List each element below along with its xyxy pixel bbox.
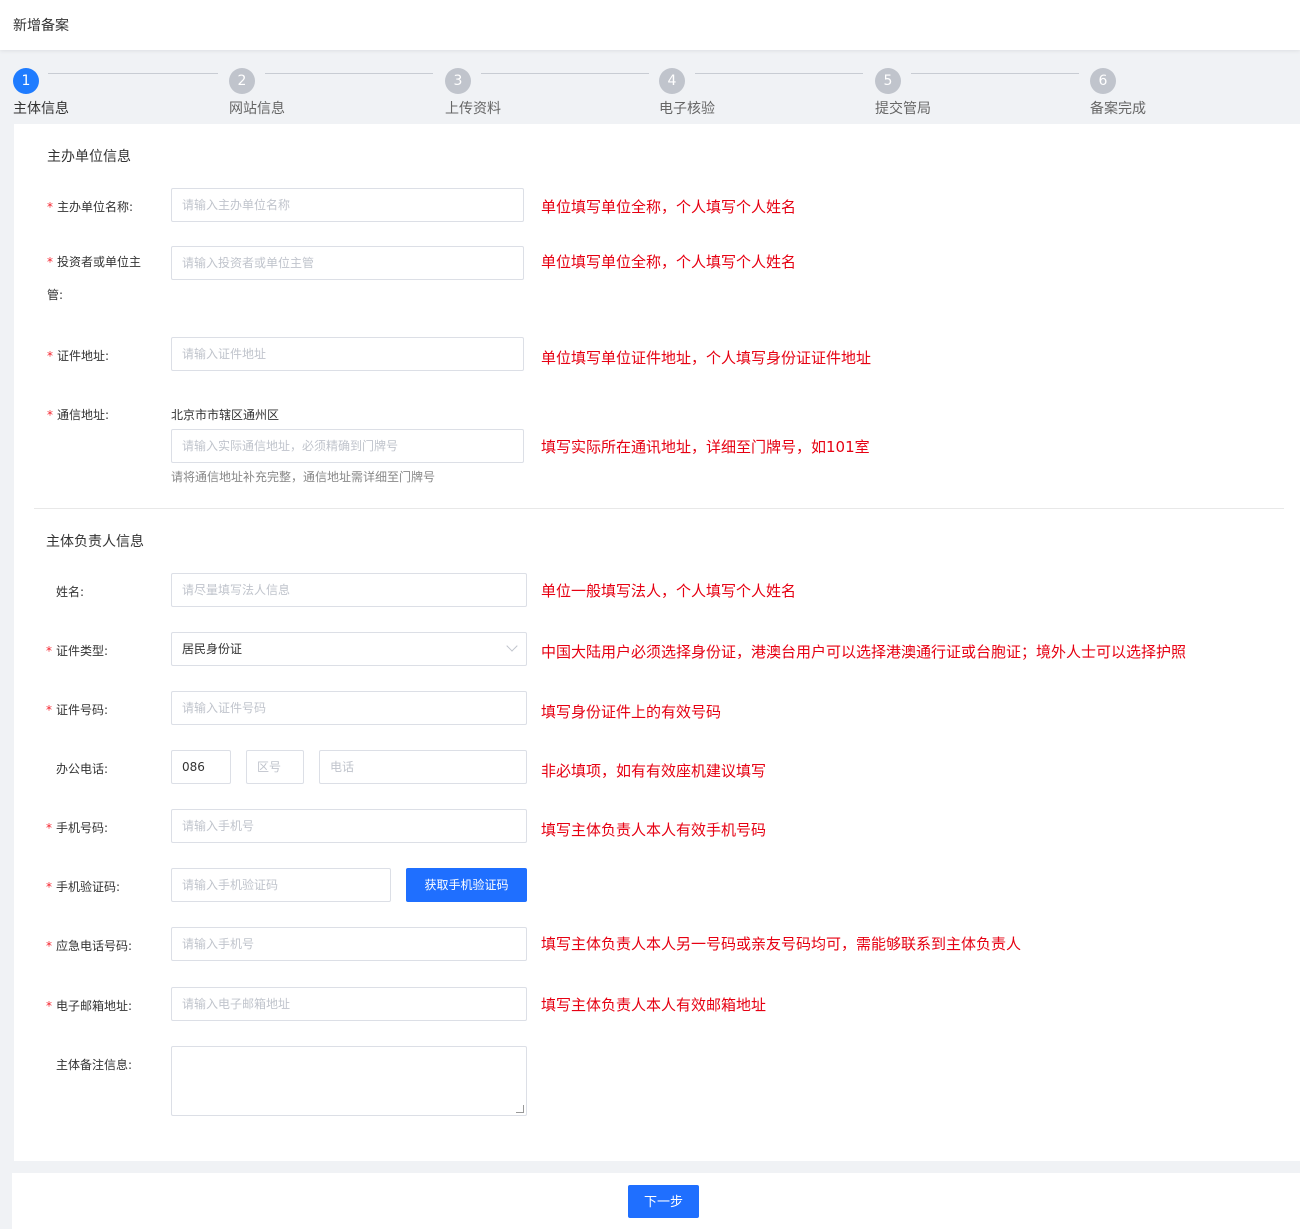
- mail-address-label: * 通信地址:: [47, 408, 110, 422]
- person-section-title: 主体负责人信息: [46, 534, 144, 550]
- step-connector: [695, 73, 863, 74]
- org-name-input[interactable]: 请输入主办单位名称: [171, 188, 524, 222]
- step-1-label: 主体信息: [13, 101, 69, 117]
- area-code-input[interactable]: 区号: [246, 750, 304, 784]
- step-4-circle: 4: [659, 68, 685, 94]
- step-6-label: 备案完成: [1090, 101, 1146, 117]
- step-5-circle: 5: [875, 68, 901, 94]
- progress-steps: 1 主体信息 2 网站信息 3 上传资料 4 电子核验 5 提交管局 6 备案完…: [0, 60, 1300, 124]
- id-type-hint: 中国大陆用户必须选择身份证，港澳台用户可以选择港澳通行证或台胞证；境外人士可以选…: [541, 643, 1187, 661]
- email-hint: 填写主体负责人本人有效邮箱地址: [541, 996, 767, 1014]
- person-name-input[interactable]: 请尽量填写法人信息: [171, 573, 527, 607]
- country-code-input[interactable]: 086: [171, 750, 231, 784]
- page-header: 新增备案: [0, 0, 1300, 50]
- investor-input[interactable]: 请输入投资者或单位主管: [171, 246, 524, 280]
- step-2-label: 网站信息: [229, 101, 285, 117]
- mail-address-input[interactable]: 请输入实际通信地址，必须精确到门牌号: [171, 429, 524, 463]
- emergency-phone-label: * 应急电话号码:: [46, 939, 133, 953]
- org-name-label: * 主办单位名称:: [47, 200, 134, 214]
- step-1-circle: 1: [13, 68, 39, 94]
- person-name-hint: 单位一般填写法人，个人填写个人姓名: [541, 582, 797, 600]
- id-type-label: * 证件类型:: [46, 644, 109, 658]
- email-label: * 电子邮箱地址:: [46, 999, 133, 1013]
- step-connector: [911, 73, 1079, 74]
- step-connector: [265, 73, 433, 74]
- org-section-title: 主办单位信息: [47, 149, 131, 165]
- id-number-label: * 证件号码:: [46, 703, 109, 717]
- step-4-label: 电子核验: [659, 101, 715, 117]
- step-connector: [481, 73, 649, 74]
- get-sms-code-button[interactable]: 获取手机验证码: [406, 868, 527, 902]
- phone-input[interactable]: 电话: [319, 750, 527, 784]
- mail-address-help: 请将通信地址补充完整，通信地址需详细至门牌号: [171, 470, 436, 484]
- sms-code-label: * 手机验证码:: [46, 880, 121, 894]
- step-5-label: 提交管局: [875, 101, 931, 117]
- step-3-circle: 3: [445, 68, 471, 94]
- investor-hint: 单位填写单位全称，个人填写个人姓名: [541, 253, 797, 271]
- mail-region-text: 北京市市辖区通州区: [171, 408, 280, 422]
- mail-address-hint: 填写实际所在通讯地址，详细至门牌号，如101室: [541, 438, 870, 456]
- remarks-label: 主体备注信息:: [56, 1058, 133, 1072]
- mobile-hint: 填写主体负责人本人有效手机号码: [541, 821, 767, 839]
- step-2-circle: 2: [229, 68, 255, 94]
- page-title: 新增备案: [13, 18, 69, 34]
- id-number-hint: 填写身份证件上的有效号码: [541, 703, 722, 721]
- chevron-down-icon: [506, 640, 518, 652]
- next-step-button[interactable]: 下一步: [628, 1185, 699, 1218]
- id-number-input[interactable]: 请输入证件号码: [171, 691, 527, 725]
- cert-address-label: * 证件地址:: [47, 349, 110, 363]
- investor-label: * 投资者或单位主管:: [47, 255, 142, 302]
- email-input[interactable]: 请输入电子邮箱地址: [171, 987, 527, 1021]
- mobile-input[interactable]: 请输入手机号: [171, 809, 527, 843]
- id-type-value: 居民身份证: [182, 642, 243, 656]
- form-card: 主办单位信息 * 主办单位名称: 请输入主办单位名称 单位填写单位全称，个人填写个…: [14, 124, 1300, 1161]
- cert-address-hint: 单位填写单位证件地址，个人填写身份证证件地址: [541, 349, 872, 367]
- step-connector: [48, 73, 218, 74]
- mobile-label: * 手机号码:: [46, 821, 109, 835]
- office-phone-label: 办公电话:: [56, 762, 109, 776]
- person-name-label: 姓名:: [56, 585, 85, 599]
- emergency-phone-input[interactable]: 请输入手机号: [171, 927, 527, 961]
- id-type-select[interactable]: 居民身份证: [171, 632, 527, 666]
- step-3-label: 上传资料: [445, 101, 501, 117]
- step-6-circle: 6: [1090, 68, 1116, 94]
- org-name-hint: 单位填写单位全称，个人填写个人姓名: [541, 198, 797, 216]
- remarks-textarea[interactable]: [171, 1046, 527, 1116]
- sms-code-input[interactable]: 请输入手机验证码: [171, 868, 391, 902]
- office-phone-hint: 非必填项，如有有效座机建议填写: [541, 762, 767, 780]
- resize-handle-icon[interactable]: [516, 1105, 524, 1113]
- emergency-phone-hint: 填写主体负责人本人另一号码或亲友号码均可，需能够联系到主体负责人: [541, 935, 1022, 953]
- section-divider: [34, 508, 1284, 509]
- cert-address-input[interactable]: 请输入证件地址: [171, 337, 524, 371]
- form-footer: 下一步: [12, 1173, 1300, 1229]
